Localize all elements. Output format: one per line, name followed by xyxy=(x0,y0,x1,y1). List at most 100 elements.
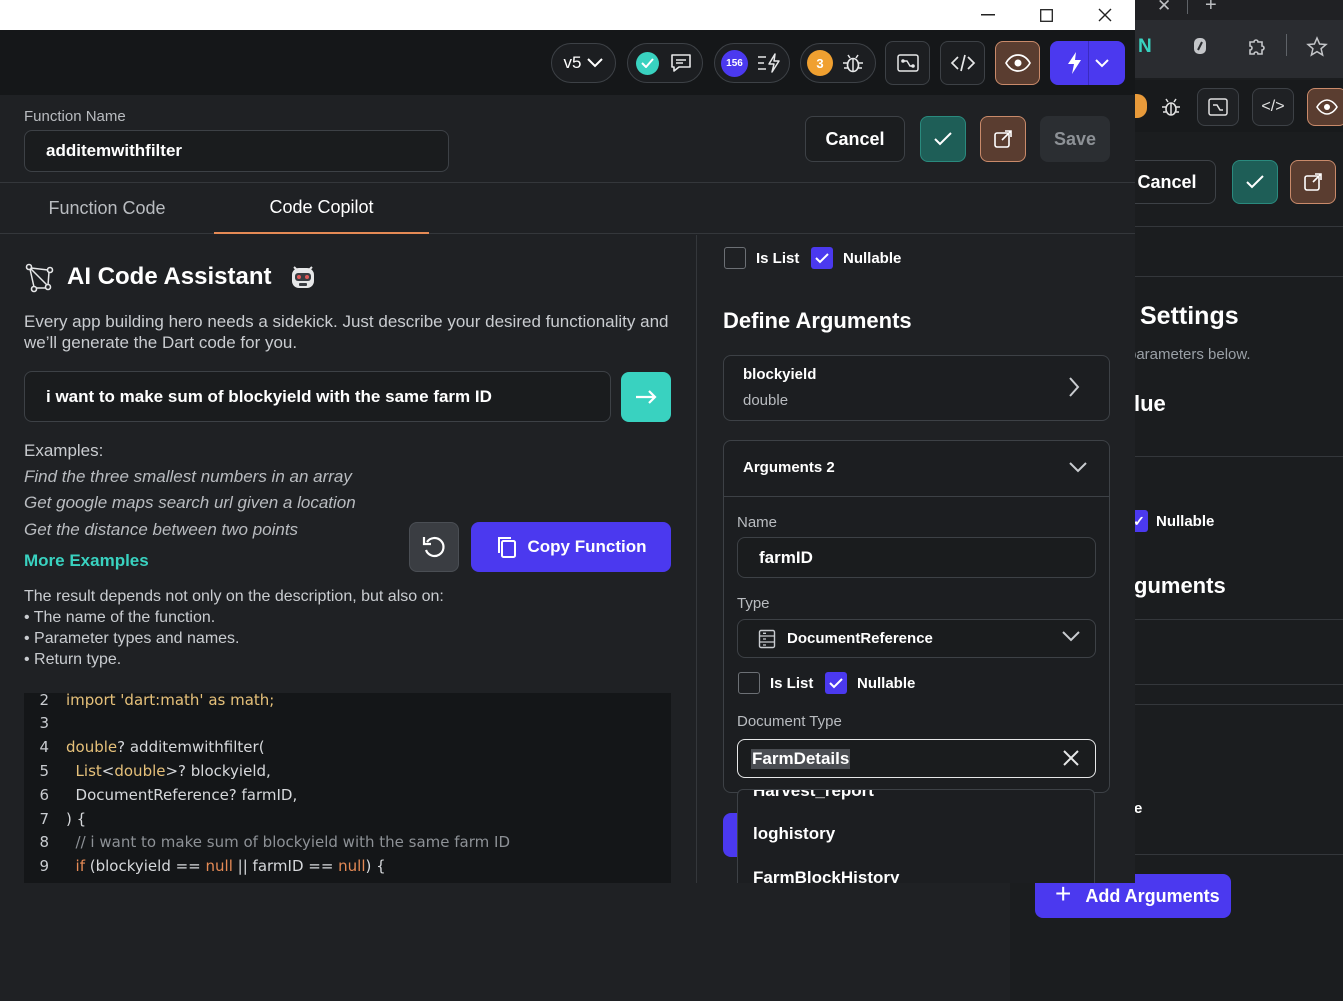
background-argument-card[interactable] xyxy=(1135,704,1343,855)
checkbox-box xyxy=(724,247,746,269)
dropdown-option[interactable]: FarmBlockHistory xyxy=(753,868,899,883)
favorites-star-icon[interactable] xyxy=(1306,36,1328,64)
chevron-down-icon xyxy=(1095,58,1109,67)
bugs-pill[interactable]: 3 xyxy=(800,43,876,83)
close-window-button[interactable] xyxy=(1076,0,1134,30)
maximize-button[interactable] xyxy=(1017,0,1075,30)
background-check-button[interactable] xyxy=(1232,160,1278,204)
extension-n-icon[interactable]: N xyxy=(1138,36,1152,58)
tab-code-copilot[interactable]: Code Copilot xyxy=(214,183,429,234)
lightning-icon xyxy=(1068,52,1081,74)
argument-name-input[interactable]: farmID xyxy=(737,537,1096,578)
example-item[interactable]: Get the distance between two points xyxy=(24,520,298,540)
branch-icon-button[interactable] xyxy=(1197,88,1239,126)
background-open-button[interactable] xyxy=(1290,160,1336,204)
argument-type-select[interactable]: DocumentReference xyxy=(737,619,1096,658)
generate-button[interactable] xyxy=(621,372,671,422)
check-icon xyxy=(934,132,952,146)
maximize-icon xyxy=(1039,8,1053,22)
branch-icon xyxy=(896,54,919,72)
extensions-puzzle-icon[interactable] xyxy=(1246,36,1266,62)
nullable-label: Nullable xyxy=(1156,512,1215,530)
window-titlebar xyxy=(0,0,1135,30)
example-item[interactable]: Find the three smallest numbers in an ar… xyxy=(24,467,352,487)
code-line: 5 List < double >? blockyield, xyxy=(39,762,271,780)
refresh-icon xyxy=(422,536,445,558)
background-argument-card[interactable] xyxy=(1135,619,1343,685)
tab-function-code[interactable]: Function Code xyxy=(0,183,214,234)
argument-card-blockyield[interactable] xyxy=(723,355,1110,421)
code-line: 3 xyxy=(39,714,49,732)
status-check-icon xyxy=(636,51,659,75)
generated-code-viewer[interactable]: 2 import 'dart:math' as math; 3 4 double? … xyxy=(24,693,671,883)
robot-icon xyxy=(288,262,318,299)
main-window: v5 156 3 Function Name additemwithfilter… xyxy=(0,0,1135,883)
dropdown-option[interactable]: loghistory xyxy=(753,824,835,844)
code-line: 6 DocumentReference? farmID, xyxy=(39,786,298,804)
save-button[interactable]: Save xyxy=(1040,116,1110,162)
background-value-title: lue xyxy=(1134,391,1166,416)
extension-brush-icon[interactable] xyxy=(1190,36,1210,62)
chevron-right-icon[interactable] xyxy=(1068,376,1080,403)
checkbox-box xyxy=(738,672,760,694)
comments-icon xyxy=(671,54,691,72)
result-note-line: The result depends not only on the descr… xyxy=(24,588,444,605)
document-type-input[interactable]: FarmDetails xyxy=(737,739,1096,778)
issues-pill[interactable]: 156 xyxy=(714,43,790,83)
chevron-down-icon[interactable] xyxy=(1068,460,1088,478)
code-icon xyxy=(950,54,975,72)
is-list-checkbox[interactable]: Is List xyxy=(738,672,813,694)
preview-button[interactable] xyxy=(995,41,1040,85)
document-type-value: FarmDetails xyxy=(751,748,851,769)
document-type-dropdown[interactable]: Harvest_report loghistory FarmBlockHisto… xyxy=(737,789,1095,883)
copy-function-button[interactable]: Copy Function xyxy=(471,522,671,572)
divider xyxy=(1135,226,1343,227)
view-code-button[interactable] xyxy=(940,41,985,85)
is-list-label: Is List xyxy=(770,674,814,692)
ai-assistant-description: Every app building hero needs a sidekick… xyxy=(24,312,669,352)
bug-icon[interactable] xyxy=(1150,88,1192,126)
nullable-checkbox[interactable]: Nullable xyxy=(825,672,915,694)
new-tab-icon[interactable]: + xyxy=(1205,0,1217,17)
prompt-input[interactable]: i want to make sum of blockyield with th… xyxy=(24,371,611,422)
argument-name: blockyield xyxy=(743,366,817,383)
reset-button[interactable] xyxy=(409,522,459,572)
open-external-icon xyxy=(994,130,1012,148)
define-arguments-title: Define Arguments xyxy=(723,308,912,333)
code-icon-button[interactable]: </> xyxy=(1252,88,1294,126)
tab-divider xyxy=(1187,0,1188,14)
top-nullable-checkbox[interactable]: Nullable xyxy=(811,247,901,269)
function-name-input[interactable]: additemwithfilter xyxy=(24,130,449,172)
check-icon xyxy=(825,672,847,694)
code-line: 8 // i want to make sum of blockyield wi… xyxy=(39,833,510,851)
branch-button[interactable] xyxy=(885,41,930,85)
more-examples-link[interactable]: More Examples xyxy=(24,551,149,571)
database-icon xyxy=(758,629,776,648)
issues-count-badge: 156 xyxy=(721,49,748,77)
dropdown-option[interactable]: Harvest_report xyxy=(753,790,874,801)
open-external-button[interactable] xyxy=(980,116,1026,162)
cancel-button[interactable]: Cancel xyxy=(805,116,905,162)
confirm-button[interactable] xyxy=(920,116,966,162)
close-tab-icon[interactable]: ✕ xyxy=(1157,0,1171,16)
background-nullable-checkbox[interactable]: ✓ Nullable xyxy=(1130,510,1214,532)
top-is-list-checkbox[interactable]: Is List xyxy=(724,247,799,269)
version-selector[interactable]: v5 xyxy=(551,43,616,83)
is-list-label: Is List xyxy=(756,249,800,267)
result-note: The result depends not only on the descr… xyxy=(24,586,444,670)
clear-icon[interactable] xyxy=(1060,747,1082,774)
run-button[interactable] xyxy=(1050,41,1125,85)
minimize-button[interactable] xyxy=(959,0,1017,30)
bug-icon xyxy=(843,54,863,73)
status-comments-pill[interactable] xyxy=(627,43,703,83)
preview-eye-icon[interactable] xyxy=(1307,88,1343,126)
divider xyxy=(1135,456,1343,457)
chevron-down-icon[interactable] xyxy=(1061,629,1081,647)
close-icon xyxy=(1098,8,1112,22)
code-line: 4 double? additemwithfilter( xyxy=(39,738,265,756)
toolbar-divider xyxy=(1286,34,1287,56)
example-item[interactable]: Get google maps search url given a locat… xyxy=(24,493,356,513)
lightning-list-icon xyxy=(758,53,780,73)
check-icon xyxy=(811,247,833,269)
background-settings-title: Settings xyxy=(1140,302,1239,330)
